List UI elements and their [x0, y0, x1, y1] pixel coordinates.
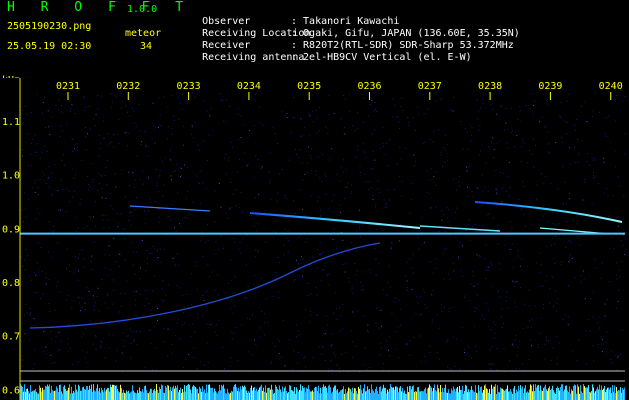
antenna-value: : 2el-HB9CV Vertical (el. E-W) [291, 52, 472, 63]
freq-tick-label: 0.7 [2, 332, 20, 343]
receiver-value: : R820T2(RTL-SDR) SDR-Sharp 53.372MHz [291, 40, 514, 51]
time-tick-label: 0232 [116, 81, 140, 92]
meteor-label: meteor [125, 28, 162, 39]
time-tick-label: 0237 [418, 81, 442, 92]
freq-tick-label: 1.1 [2, 117, 20, 128]
spectrogram: 0231 0232 0233 0234 0235 0236 0237 0238 0239 0240… [0, 78, 629, 400]
freq-tick-label: 1.0 [2, 171, 20, 182]
time-tick-label: 0239 [538, 81, 562, 92]
freq-tick-label: 0.6 [2, 385, 20, 396]
plot-background [0, 78, 629, 400]
header-panel: H R O F F T 1.0.0 2505190230.png meteor … [0, 0, 629, 78]
time-tick-label: 0231 [56, 81, 80, 92]
antenna-row: Receiving antenna: 2el-HB9CV Vertical (e… [178, 40, 472, 76]
freq-tick-label: 0.9 [2, 224, 20, 235]
time-tick-label: 0235 [297, 81, 321, 92]
time-tick-label: 0240 [599, 81, 623, 92]
meteor-count: 34 [140, 41, 153, 52]
app-version: 1.0.0 [127, 4, 158, 15]
freq-tick-label: 0.8 [2, 278, 20, 289]
antenna-label: Receiving antenna [202, 52, 305, 63]
location-value: : Ogaki, Gifu, JAPAN (136.60E, 35.35N) [291, 28, 520, 39]
time-tick-label: 0234 [237, 81, 261, 92]
time-tick-label: 0238 [478, 81, 502, 92]
date-time: 25.05.19 02:30 [7, 41, 92, 52]
file-name: 2505190230.png [7, 21, 92, 32]
time-tick-label: 0233 [177, 81, 201, 92]
app-title: H R O F F T [7, 0, 193, 15]
time-tick-label: 0236 [357, 81, 381, 92]
